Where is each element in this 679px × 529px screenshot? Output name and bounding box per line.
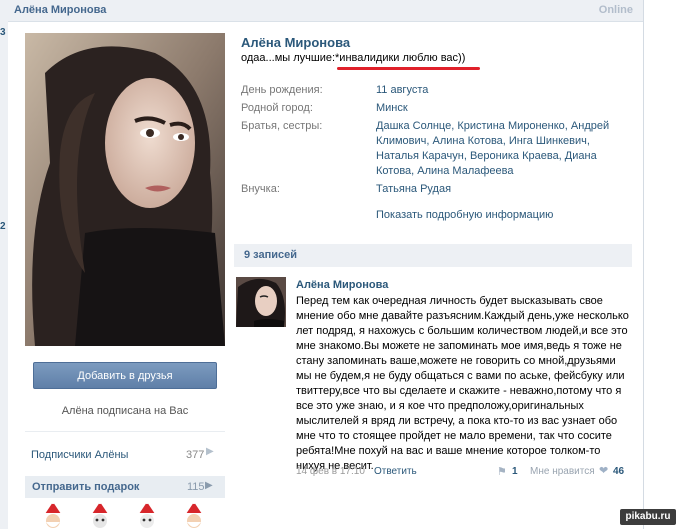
send-gift-bar[interactable]: Отправить подарок 115 ▶	[25, 476, 225, 498]
share-count: 1	[512, 466, 518, 477]
gift-santa-icon[interactable]	[181, 500, 207, 529]
right-edge-strip	[643, 0, 679, 529]
reply-link[interactable]: Ответить	[374, 466, 417, 477]
wall-header[interactable]: 9 записей	[234, 244, 632, 267]
divider	[25, 431, 225, 432]
heart-icon[interactable]: ❤	[599, 464, 608, 477]
show-more-info-link[interactable]: Показать подробную информацию	[376, 209, 553, 221]
followers-link[interactable]: Подписчики Алёны	[31, 449, 128, 461]
profile-name: Алёна Миронова	[241, 35, 351, 50]
red-underline-annotation	[337, 67, 480, 70]
info-label-granddaughter: Внучка:	[241, 183, 280, 195]
profile-status[interactable]: одаа...мы лучшие:*инвалидики люблю вас))	[241, 52, 465, 64]
online-status: Online	[598, 4, 633, 16]
gift-santa-icon[interactable]	[134, 500, 160, 529]
left-edge-number: 2	[0, 221, 6, 232]
like-label[interactable]: Мне нравится	[530, 466, 595, 477]
profile-photo-image	[25, 33, 225, 346]
info-value-hometown[interactable]: Минск	[376, 101, 616, 116]
watermark: pikabu.ru	[620, 509, 676, 525]
posts-count: 9 записей	[244, 249, 298, 261]
avatar-image	[236, 277, 286, 327]
post-text: Перед тем как очередная личность будет в…	[296, 295, 629, 472]
chevron-right-icon: ▶	[205, 480, 213, 491]
info-label-hometown: Родной город:	[241, 102, 313, 114]
page-header: Алёна Миронова Online	[8, 0, 643, 22]
info-value-granddaughter[interactable]: Татьяна Рудая	[376, 182, 616, 197]
left-edge-number: 3	[0, 27, 6, 38]
subscribed-text: Алёна подписана на Вас	[61, 405, 189, 417]
like-count: 46	[613, 466, 625, 477]
chevron-right-icon[interactable]: ▶	[206, 445, 220, 459]
share-icon[interactable]: ⚑	[497, 465, 507, 478]
followers-count: 377	[186, 449, 205, 461]
info-label-siblings: Братья, сестры:	[241, 120, 323, 132]
gift-santa-icon[interactable]	[87, 500, 113, 529]
post-author-name[interactable]: Алёна Миронова	[296, 279, 388, 291]
left-edge-strip: 3 2	[0, 0, 8, 529]
info-value-birthday[interactable]: 11 августа	[376, 83, 616, 98]
info-value-siblings[interactable]: Дашка Солнце, Кристина Мироненко, Андрей…	[376, 119, 616, 179]
send-gift-label: Отправить подарок	[32, 481, 140, 493]
post-author-avatar[interactable]	[236, 277, 286, 327]
add-friend-button[interactable]: Добавить в друзья	[33, 362, 217, 389]
page-title: Алёна Миронова	[14, 4, 107, 16]
profile-photo[interactable]	[25, 33, 225, 346]
info-label-birthday: День рождения:	[241, 84, 323, 96]
post-date[interactable]: 14 фев в 17:10	[296, 466, 365, 477]
gift-santa-icon[interactable]	[40, 500, 66, 529]
gifts-count: 115	[187, 481, 205, 493]
